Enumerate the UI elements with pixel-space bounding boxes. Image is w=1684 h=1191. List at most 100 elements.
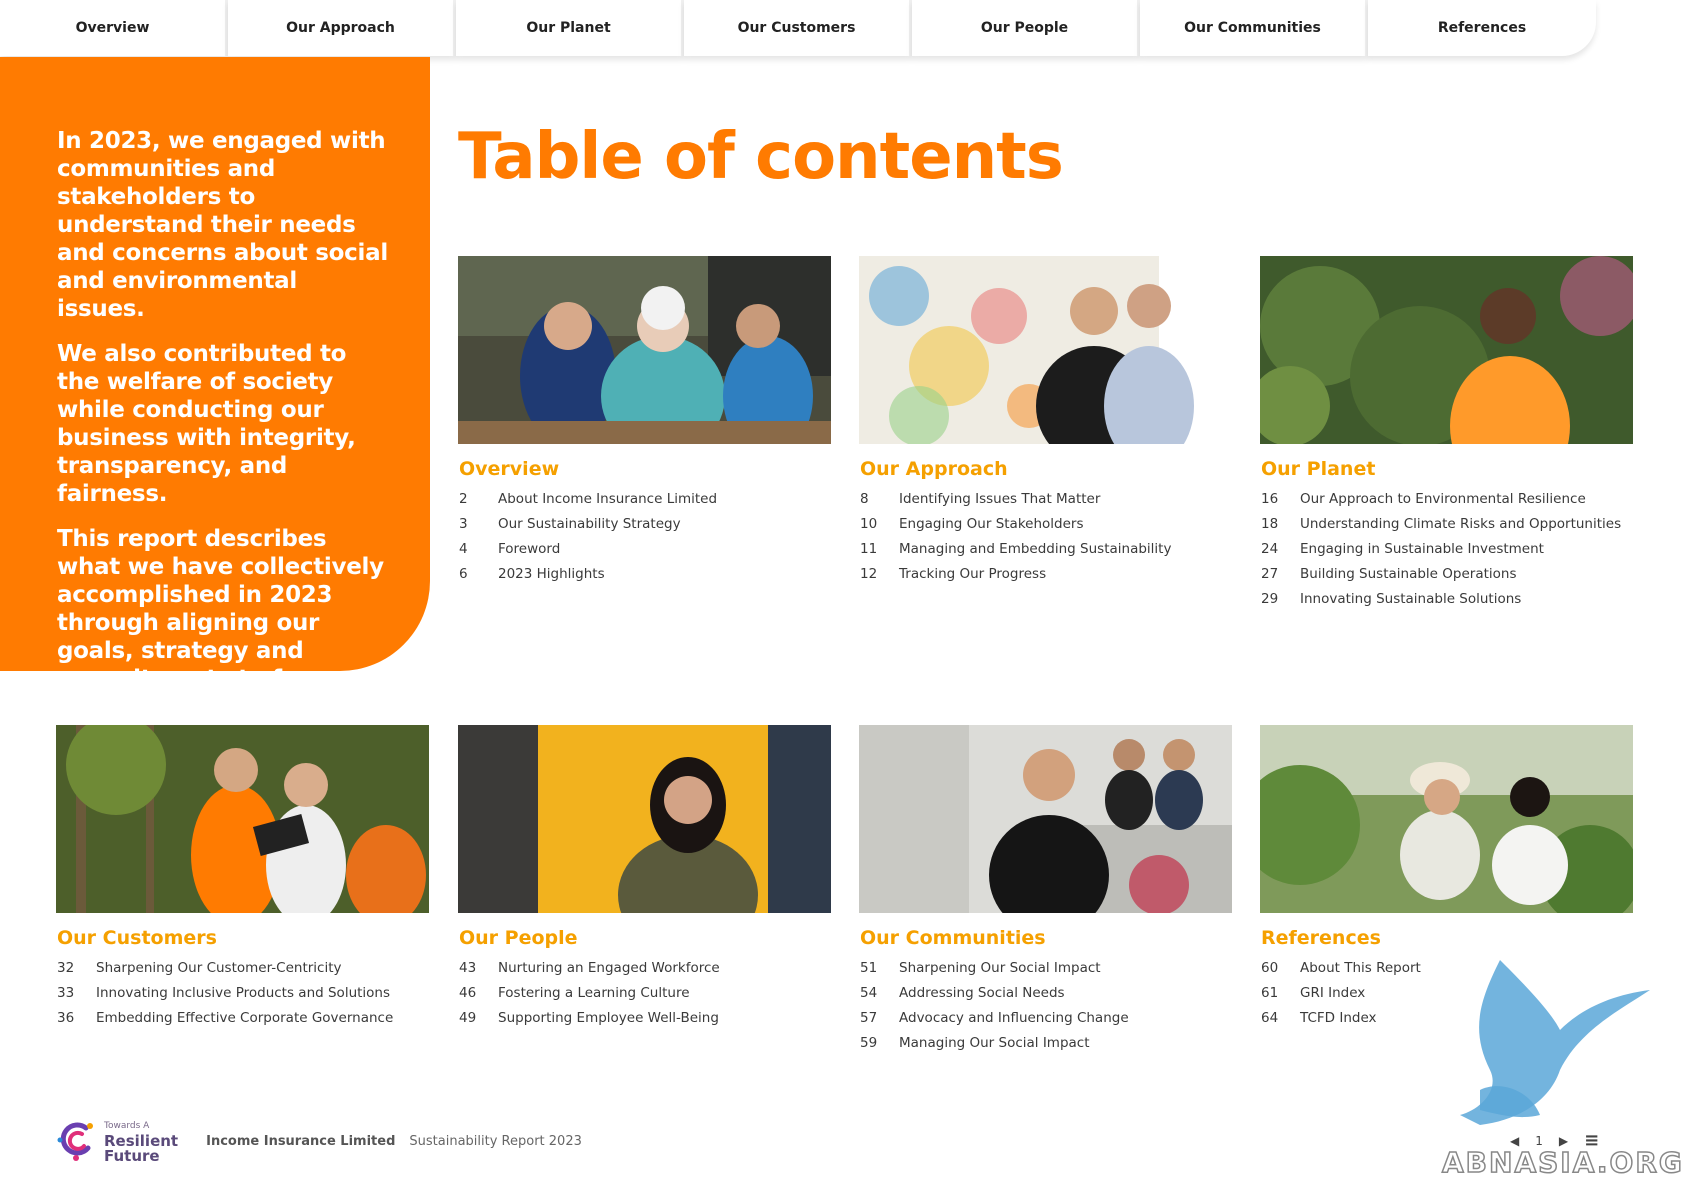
entry-label: Nurturing an Engaged Workforce [498,959,720,976]
entry-label: Addressing Social Needs [899,984,1065,1001]
section-title-our-communities[interactable]: Our Communities [860,927,1232,949]
toc-entry[interactable]: 8 Identifying Issues That Matter [859,486,1232,511]
previous-page-icon[interactable]: ◀ [1510,1134,1519,1148]
page-number: 11 [860,540,878,557]
page-number: 49 [459,1009,477,1026]
page-number: 6 [459,565,468,582]
our-planet-photo [1260,256,1633,444]
tab-our-planet[interactable]: Our Planet [456,0,684,56]
section-our-planet: Our Planet 16 Our Approach to Environment… [1260,256,1633,611]
our-communities-photo [859,725,1232,913]
entry-label: Innovating Inclusive Products and Soluti… [96,984,391,1001]
logo-line-2: Future [104,1146,160,1165]
page-number: 8 [860,490,869,507]
overview-photo [458,256,831,444]
section-title-our-customers[interactable]: Our Customers [57,927,429,949]
toc-entry[interactable]: 32 Sharpening Our Customer-Centricity [56,955,429,980]
toc-entry[interactable]: 18 Understanding Climate Risks and Opport… [1260,511,1633,536]
section-title-references[interactable]: References [1261,927,1633,949]
section-our-people: Our People 43 Nurturing an Engaged Workfo… [458,725,831,1030]
page-number: 4 [459,540,468,557]
page-number: 24 [1261,540,1279,557]
page-number: 10 [860,515,878,532]
tab-references[interactable]: References [1368,0,1596,56]
section-title-our-approach[interactable]: Our Approach [860,458,1232,480]
page-number: 61 [1261,984,1279,1001]
toc-entry[interactable]: 10 Engaging Our Stakeholders [859,511,1232,536]
entry-label: Building Sustainable Operations [1300,565,1517,582]
tab-our-people[interactable]: Our People [912,0,1140,56]
entry-label: Managing and Embedding Sustainability [899,540,1172,557]
toc-entry[interactable]: 16 Our Approach to Environmental Resilien… [1260,486,1633,511]
toc-entry[interactable]: 43 Nurturing an Engaged Workforce [458,955,831,980]
toc-entry[interactable]: 36 Embedding Effective Corporate Governan… [56,1005,429,1030]
section-title-overview[interactable]: Overview [459,458,831,480]
page-number: 60 [1261,959,1279,976]
section-title-our-planet[interactable]: Our Planet [1261,458,1633,480]
toc-entry[interactable]: 4 Foreword [458,536,831,561]
resilient-future-logo-icon [56,1120,98,1162]
section-title-our-people[interactable]: Our People [459,927,831,949]
entry-label: Identifying Issues That Matter [899,490,1101,507]
entry-label: Our Approach to Environmental Resilience [1300,490,1586,507]
toc-entry[interactable]: 57 Advocacy and Influencing Change [859,1005,1232,1030]
page-number: 29 [1261,590,1279,607]
toc-entry[interactable]: 54 Addressing Social Needs [859,980,1232,1005]
intro-paragraph-3: This report describes what we have colle… [57,526,384,720]
section-our-communities: Our Communities 51 Sharpening Our Social … [859,725,1232,1055]
entry-label: Embedding Effective Corporate Governance [96,1009,394,1026]
page-number-indicator: 1 [1535,1133,1543,1148]
toc-entry[interactable]: 11 Managing and Embedding Sustainability [859,536,1232,561]
references-photo [1260,725,1633,913]
toc-entry[interactable]: 64 TCFD Index [1260,1005,1633,1030]
toc-entry[interactable]: 3 Our Sustainability Strategy [458,511,831,536]
tab-our-approach[interactable]: Our Approach [228,0,456,56]
page-number: 51 [860,959,878,976]
page-number: 12 [860,565,878,582]
footer: Towards A Resilient Future Income Insura… [56,1118,582,1164]
entry-label: Fostering a Learning Culture [498,984,690,1001]
our-approach-photo [859,256,1232,444]
page-number: 16 [1261,490,1279,507]
page-title: Table of contents [458,120,1064,194]
top-navigation: Overview Our Approach Our Planet Our Cus… [0,0,1596,56]
intro-panel: In 2023, we engaged with communities and… [0,57,430,720]
entry-label: GRI Index [1300,984,1366,1001]
logo-text: Towards A Resilient Future [104,1119,178,1164]
entry-label: 2023 Highlights [498,565,605,582]
toc-entry[interactable]: 29 Innovating Sustainable Solutions [1260,586,1633,611]
toc-entry[interactable]: 33 Innovating Inclusive Products and Solu… [56,980,429,1005]
menu-icon[interactable]: ≡ [1584,1130,1599,1151]
toc-entry[interactable]: 12 Tracking Our Progress [859,561,1232,586]
page-number: 3 [459,515,468,532]
entry-label: Engaging in Sustainable Investment [1300,540,1544,557]
entry-label: Managing Our Social Impact [899,1034,1090,1051]
report-name: Sustainability Report 2023 [409,1133,582,1149]
tab-our-communities[interactable]: Our Communities [1140,0,1368,56]
page-number: 32 [57,959,75,976]
tab-overview[interactable]: Overview [0,0,228,56]
toc-entry[interactable]: 59 Managing Our Social Impact [859,1030,1232,1055]
page-number: 64 [1261,1009,1279,1026]
page-number: 18 [1261,515,1279,532]
tab-our-customers[interactable]: Our Customers [684,0,912,56]
toc-entry[interactable]: 49 Supporting Employee Well-Being [458,1005,831,1030]
entry-label: Understanding Climate Risks and Opportun… [1300,515,1622,532]
toc-entry[interactable]: 46 Fostering a Learning Culture [458,980,831,1005]
toc-entry[interactable]: 51 Sharpening Our Social Impact [859,955,1232,980]
entry-label: Supporting Employee Well-Being [498,1009,719,1026]
section-overview: Overview 2 About Income Insurance Limited… [458,256,831,586]
toc-entry[interactable]: 27 Building Sustainable Operations [1260,561,1633,586]
toc-entry[interactable]: 60 About This Report [1260,955,1633,980]
entry-label: Tracking Our Progress [899,565,1047,582]
next-page-icon[interactable]: ▶ [1559,1134,1568,1148]
page-number: 33 [57,984,75,1001]
entry-label: Engaging Our Stakeholders [899,515,1084,532]
toc-entry[interactable]: 2 About Income Insurance Limited [458,486,831,511]
toc-entry[interactable]: 61 GRI Index [1260,980,1633,1005]
toc-entry[interactable]: 24 Engaging in Sustainable Investment [1260,536,1633,561]
page-number: 2 [459,490,468,507]
toc-entry[interactable]: 6 2023 Highlights [458,561,831,586]
page-number: 59 [860,1034,878,1051]
intro-paragraph-2: We also contributed to the welfare of so… [57,341,356,507]
